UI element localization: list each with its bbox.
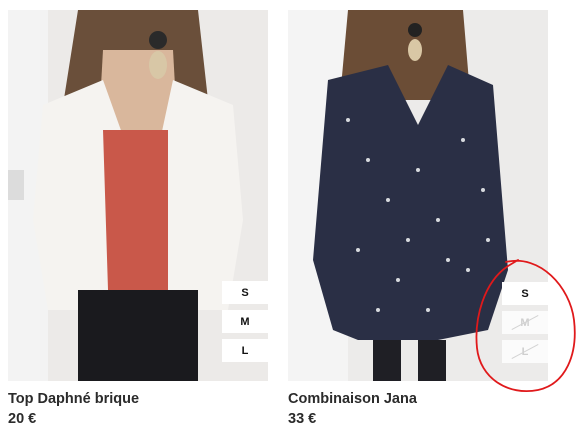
size-selector: S M L: [502, 282, 548, 369]
product-image-combinaison-jana[interactable]: S M L: [288, 10, 548, 381]
product-image-top-daphne[interactable]: S M L: [8, 10, 268, 381]
size-option-m-unavailable[interactable]: M: [502, 311, 548, 334]
size-option-l-unavailable[interactable]: L: [502, 340, 548, 363]
size-option-s[interactable]: S: [222, 281, 268, 304]
product-price: 20 €: [8, 411, 37, 427]
size-selector: S M L: [222, 281, 268, 368]
product-price: 33 €: [288, 411, 317, 427]
product-card-top-daphne[interactable]: S M L Top Daphné brique 20 €: [8, 10, 268, 427]
product-card-combinaison-jana[interactable]: S M L Combinaison Jana 33 €: [288, 10, 548, 427]
size-option-s[interactable]: S: [502, 282, 548, 305]
product-name[interactable]: Combinaison Jana: [288, 391, 417, 407]
size-option-l[interactable]: L: [222, 339, 268, 362]
product-name[interactable]: Top Daphné brique: [8, 391, 139, 407]
size-option-m[interactable]: M: [222, 310, 268, 333]
